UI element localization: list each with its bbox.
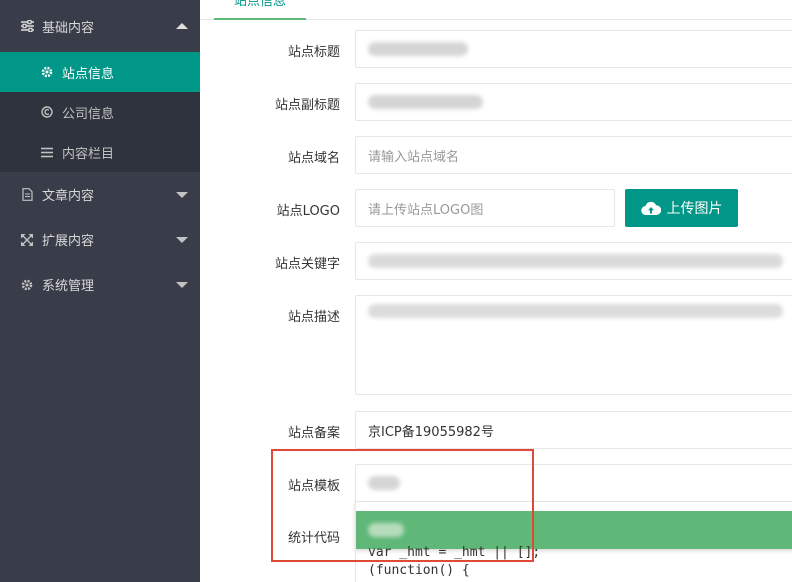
chevron-down-icon (176, 191, 188, 198)
gear-icon (20, 278, 34, 292)
redacted-value (368, 476, 400, 490)
sidebar-item-label: 公司信息 (62, 106, 115, 122)
redacted-value (368, 254, 783, 268)
site-logo-placeholder: 请上传站点LOGO图 (368, 202, 484, 218)
redacted-value (368, 523, 404, 537)
nav-group-extended-content[interactable]: 扩展内容 (0, 217, 200, 262)
site-domain-placeholder: 请输入站点域名 (368, 149, 460, 165)
nav-group-basic-content[interactable]: 基础内容 (0, 0, 200, 52)
tab-bar: 站点信息 (200, 0, 792, 20)
copyright-icon (40, 105, 54, 119)
main-content: 站点信息 站点标题 站点副标题 站点域名 请输入站点域名 站点LOGO 请上传站… (200, 0, 792, 582)
sidebar-item-label: 站点信息 (62, 66, 115, 82)
chevron-up-icon (176, 23, 188, 29)
nav-group-article-content[interactable]: 文章内容 (0, 172, 200, 217)
tab-site-info[interactable]: 站点信息 (214, 0, 307, 20)
nav-group-label: 文章内容 (42, 189, 95, 204)
sidebar-item-site-info[interactable]: 站点信息 (0, 52, 200, 92)
site-icp-value: 京ICP备19055982号 (368, 424, 494, 440)
redacted-value (368, 304, 783, 318)
sidebar-item-company-info[interactable]: 公司信息 (0, 92, 200, 132)
upload-image-button[interactable]: 上传图片 (625, 189, 738, 227)
site-keywords-input[interactable] (355, 242, 792, 280)
site-domain-label: 站点域名 (287, 151, 340, 166)
site-title-label: 站点标题 (287, 45, 340, 60)
nav-group-label: 扩展内容 (42, 234, 95, 249)
site-description-label: 站点描述 (287, 310, 340, 325)
chevron-down-icon (176, 281, 188, 288)
upload-button-label: 上传图片 (666, 201, 723, 217)
site-template-label: 站点模板 (287, 479, 340, 494)
stats-code-label: 统计代码 (287, 531, 340, 546)
expand-icon (20, 233, 34, 247)
document-icon (20, 188, 34, 202)
submenu-basic-content: 站点信息 公司信息 内容栏目 (0, 52, 200, 172)
sidebar-item-label: 内容栏目 (62, 146, 115, 162)
sidebar: 基础内容 站点信息 公司信息 内容栏目 文章内容 扩展内容 系统管理 (0, 0, 200, 582)
code-line: (function() { (368, 563, 470, 578)
site-domain-input[interactable]: 请输入站点域名 (355, 136, 792, 174)
site-logo-input[interactable]: 请上传站点LOGO图 (355, 189, 615, 227)
gear-icon (40, 65, 54, 79)
nav-group-system-management[interactable]: 系统管理 (0, 262, 200, 307)
site-icp-input[interactable]: 京ICP备19055982号 (355, 411, 792, 449)
sidebar-item-content-columns[interactable]: 内容栏目 (0, 132, 200, 172)
sliders-icon (20, 19, 34, 33)
site-icp-label: 站点备案 (287, 426, 340, 441)
site-description-textarea[interactable] (355, 295, 792, 395)
menu-icon (40, 145, 54, 159)
stats-code-textarea[interactable]: var _hmt = _hmt || []; (function() { (355, 540, 792, 582)
site-logo-label: 站点LOGO (276, 204, 340, 219)
nav-group-label: 基础内容 (42, 20, 95, 36)
site-keywords-label: 站点关键字 (274, 257, 340, 272)
redacted-value (368, 95, 483, 109)
nav-group-label: 系统管理 (42, 279, 95, 294)
chevron-down-icon (176, 236, 188, 243)
site-subtitle-label: 站点副标题 (274, 98, 340, 113)
site-subtitle-input[interactable] (355, 83, 792, 121)
code-line: var _hmt = _hmt || []; (368, 545, 541, 560)
redacted-value (368, 42, 468, 56)
site-title-input[interactable] (355, 30, 792, 68)
site-template-select[interactable] (355, 464, 792, 502)
cloud-upload-icon (640, 201, 661, 216)
